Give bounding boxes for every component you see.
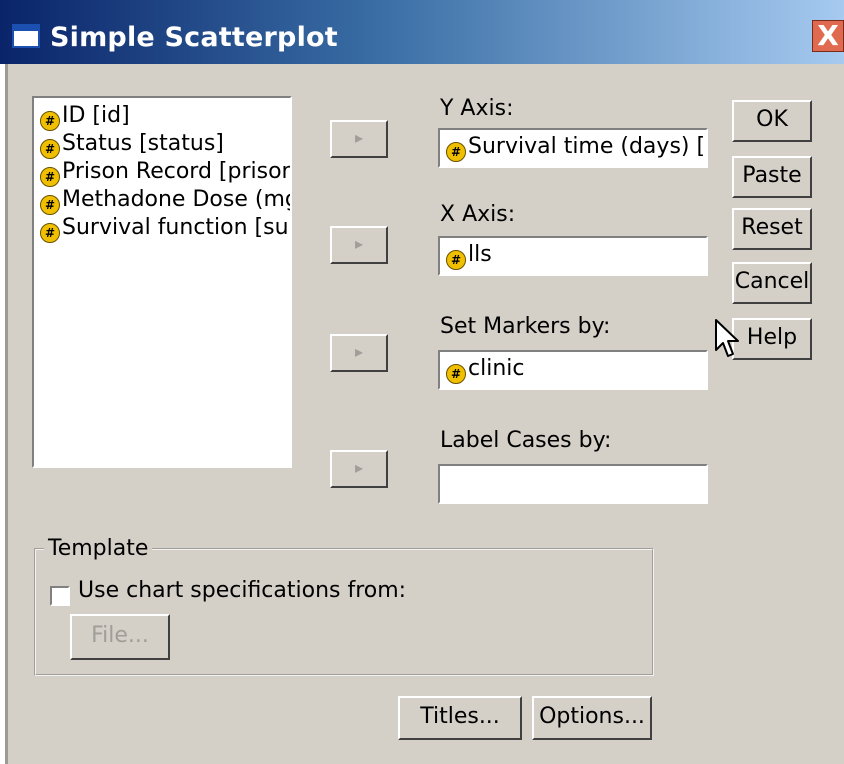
x-axis-label: X Axis: [440,202,516,227]
list-item[interactable]: # Methadone Dose (mg/ [40,186,292,215]
paste-button[interactable]: Paste [732,156,812,198]
scale-variable-icon: # [40,139,60,159]
scale-variable-icon: # [40,111,60,131]
list-item[interactable]: # Status [status] [40,130,224,159]
title-bar: Simple Scatterplot X [0,0,844,64]
list-item-label: Status [status] [62,131,224,156]
move-to-x-axis-button[interactable]: ▸ [330,226,388,264]
nominal-variable-icon: # [446,364,466,384]
move-to-y-axis-button[interactable]: ▸ [330,120,388,158]
cancel-button[interactable]: Cancel [732,262,812,304]
use-chart-spec-checkbox[interactable] [50,586,70,606]
window-title: Simple Scatterplot [50,22,338,53]
list-item[interactable]: # ID [id] [40,102,130,131]
list-item-label: Prison Record [prison] [62,159,292,184]
variable-list[interactable]: # ID [id] # Status [status] # Prison Record… [32,96,292,468]
window-icon [12,24,40,48]
set-markers-value: clinic [468,356,525,381]
set-markers-field[interactable]: # clinic [438,350,708,390]
x-axis-field[interactable]: # lls [438,236,708,276]
reset-button[interactable]: Reset [732,208,812,250]
list-item-label: ID [id] [62,103,130,128]
help-button[interactable]: Help [732,318,812,360]
y-axis-field[interactable]: # Survival time (days) [s [438,128,708,168]
list-item-label: Survival function [sur_ [62,215,292,240]
list-item[interactable]: # Prison Record [prison] [40,158,292,187]
titles-button[interactable]: Titles... [398,696,522,740]
list-item[interactable]: # Survival function [sur_ [40,214,292,243]
close-button[interactable]: X [812,20,844,52]
scale-variable-icon: # [40,195,60,215]
use-chart-spec-label[interactable]: Use chart specifications from: [78,578,406,603]
label-cases-label: Label Cases by: [440,428,612,453]
mouse-pointer-icon [715,319,739,357]
template-group-title: Template [44,536,153,561]
list-item-label: Methadone Dose (mg/ [62,187,292,212]
x-axis-value: lls [468,242,492,267]
move-to-markers-button[interactable]: ▸ [330,334,388,372]
scale-variable-icon: # [40,223,60,243]
ok-button[interactable]: OK [732,100,812,142]
move-to-label-cases-button[interactable]: ▸ [330,450,388,488]
file-button[interactable]: File... [70,614,170,660]
window-left-border-shade [5,64,8,764]
scale-variable-icon: # [446,142,466,162]
y-axis-value: Survival time (days) [s [468,134,708,159]
scale-variable-icon: # [40,167,60,187]
options-button[interactable]: Options... [532,696,652,740]
scale-variable-icon: # [446,250,466,270]
label-cases-field[interactable] [438,464,708,504]
set-markers-label: Set Markers by: [440,314,611,339]
y-axis-label: Y Axis: [440,96,514,121]
